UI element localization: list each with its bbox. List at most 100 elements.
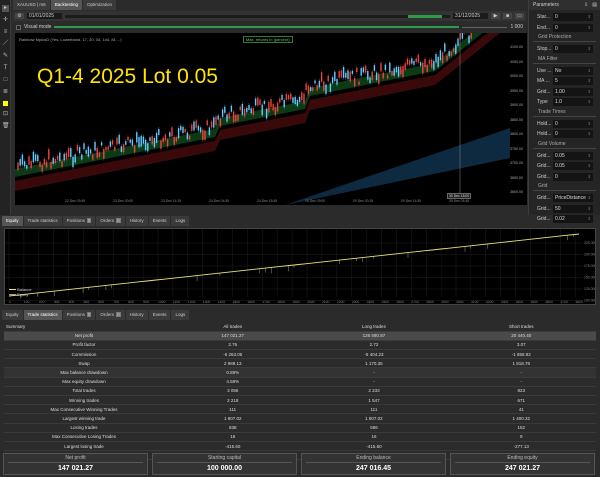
param-input[interactable]: 0 <box>553 119 593 128</box>
summary-net-profit: Net profit 147 021.27 <box>3 453 148 475</box>
tab-chart[interactable]: XAUUSD | m5 <box>13 0 50 10</box>
candle <box>131 139 134 146</box>
summary-value: 247 021.27 <box>504 465 541 472</box>
candle <box>435 54 437 63</box>
y-tick-label: 100 000 <box>584 299 595 303</box>
cell-value: 4.58% <box>164 377 302 387</box>
candle <box>375 72 378 81</box>
tab-history[interactable]: History <box>125 310 148 320</box>
trash-icon[interactable]: 🗑 <box>2 123 10 130</box>
candle <box>364 65 367 73</box>
date-range-slider[interactable] <box>65 14 450 18</box>
tab-orders[interactable]: Orders 0 <box>96 310 125 320</box>
play-button[interactable]: ▶ <box>491 13 500 19</box>
candle <box>252 108 255 116</box>
tab-optimization[interactable]: Optimization <box>82 0 116 10</box>
candle <box>329 83 332 92</box>
param-input[interactable]: 0 <box>553 172 593 181</box>
param-input[interactable]: 0 <box>553 130 593 139</box>
summary-label: Ending balance <box>306 454 441 463</box>
tab-logs[interactable]: Logs <box>171 216 190 226</box>
candle <box>63 153 65 161</box>
measure-icon[interactable]: ⊡ <box>2 111 9 118</box>
candle <box>169 132 171 137</box>
param-row: Hold... 0 <box>529 119 600 130</box>
param-input[interactable]: 0.02 <box>553 215 593 224</box>
param-input[interactable]: 1.00 <box>553 87 593 96</box>
candle <box>347 70 349 80</box>
param-input[interactable]: 0 <box>553 23 593 32</box>
line-tool-icon[interactable]: ／ <box>2 41 9 48</box>
candle <box>309 87 312 91</box>
candle <box>67 148 70 158</box>
param-input[interactable]: 0 <box>553 13 593 22</box>
color-swatch[interactable] <box>3 101 8 106</box>
candle <box>393 68 395 76</box>
candle <box>160 140 162 149</box>
end-date-input[interactable]: 31/12/2025 <box>453 13 488 19</box>
tab-trade-statistics[interactable]: Trade statistics <box>23 310 62 320</box>
price-chart[interactable]: Rainbow MplusD (Yes, Lowerband, 17, 20, … <box>15 3 527 205</box>
settings-icon[interactable]: ⚙ <box>15 13 24 19</box>
param-input[interactable]: 0 <box>553 45 593 54</box>
candle <box>250 108 252 114</box>
candle <box>444 43 446 52</box>
pencil-icon[interactable]: ✎ <box>2 53 9 60</box>
candle <box>111 140 114 145</box>
param-label: Grid... <box>537 205 551 212</box>
menu-icon[interactable]: ▤ <box>592 0 597 10</box>
param-input[interactable]: 0.05 <box>553 162 593 171</box>
tab-equity[interactable]: Equity <box>2 310 23 320</box>
speed-slider[interactable] <box>462 26 508 28</box>
candle <box>281 94 283 100</box>
candle <box>228 112 230 119</box>
candle <box>323 81 325 91</box>
price-label: 4050.00 <box>510 59 523 64</box>
y-tick-label: 125 000 <box>584 287 595 291</box>
candle <box>61 161 63 167</box>
tab-logs[interactable]: Logs <box>171 310 190 320</box>
start-date-input[interactable]: 01/01/2025 <box>27 13 62 19</box>
candle <box>180 125 182 131</box>
cell-value: - <box>446 367 596 378</box>
fib-icon[interactable]: ≣ <box>2 89 9 96</box>
cell-value: 671 <box>446 395 596 406</box>
cell-value: - <box>301 367 447 378</box>
fullscreen-button[interactable]: ▭ <box>515 13 524 19</box>
tab-orders[interactable]: Orders 0 <box>96 216 125 226</box>
param-input[interactable]: 50 <box>553 204 593 213</box>
visual-mode-checkbox[interactable] <box>16 24 21 30</box>
candle <box>32 151 35 163</box>
candle <box>316 84 318 91</box>
save-icon[interactable]: ⇩ <box>584 0 588 10</box>
tab-positions[interactable]: Positions 0 <box>62 216 96 226</box>
tab-positions[interactable]: Positions 0 <box>62 310 96 320</box>
candle <box>162 137 164 143</box>
param-input[interactable]: No <box>553 66 593 75</box>
crosshair-icon[interactable]: ✛ <box>2 17 9 24</box>
summary-value: 147 021.27 <box>57 465 94 472</box>
param-input[interactable]: 1.0 <box>553 98 593 107</box>
candle <box>204 130 206 140</box>
list-icon[interactable]: ≡ <box>2 29 9 36</box>
param-input[interactable]: 0.05 <box>553 151 593 160</box>
cursor-icon[interactable]: ▸ <box>2 5 9 12</box>
candle <box>142 136 145 144</box>
tab-trade-statistics[interactable]: Trade statistics <box>23 216 62 226</box>
summary-label: Net profit <box>8 454 143 463</box>
tab-events[interactable]: Events <box>148 216 171 226</box>
shape-icon[interactable]: □ <box>2 77 9 84</box>
tab-history[interactable]: History <box>125 216 148 226</box>
candle <box>173 136 175 145</box>
param-input[interactable]: PriceDistance <box>553 194 593 203</box>
text-tool-icon[interactable]: T <box>2 65 9 72</box>
tab-backtesting[interactable]: Backtesting <box>50 0 82 10</box>
legend-equity: Equity <box>17 292 29 297</box>
row-label: Net profit <box>4 331 164 341</box>
tab-equity[interactable]: Equity <box>2 216 23 226</box>
stop-button[interactable]: ■ <box>503 13 512 19</box>
tab-events[interactable]: Events <box>148 310 171 320</box>
summary-starting-capital: Starting capital 100 000.00 <box>152 453 297 475</box>
param-input[interactable]: 5 <box>553 77 593 86</box>
param-row: Use ... No <box>529 66 600 77</box>
